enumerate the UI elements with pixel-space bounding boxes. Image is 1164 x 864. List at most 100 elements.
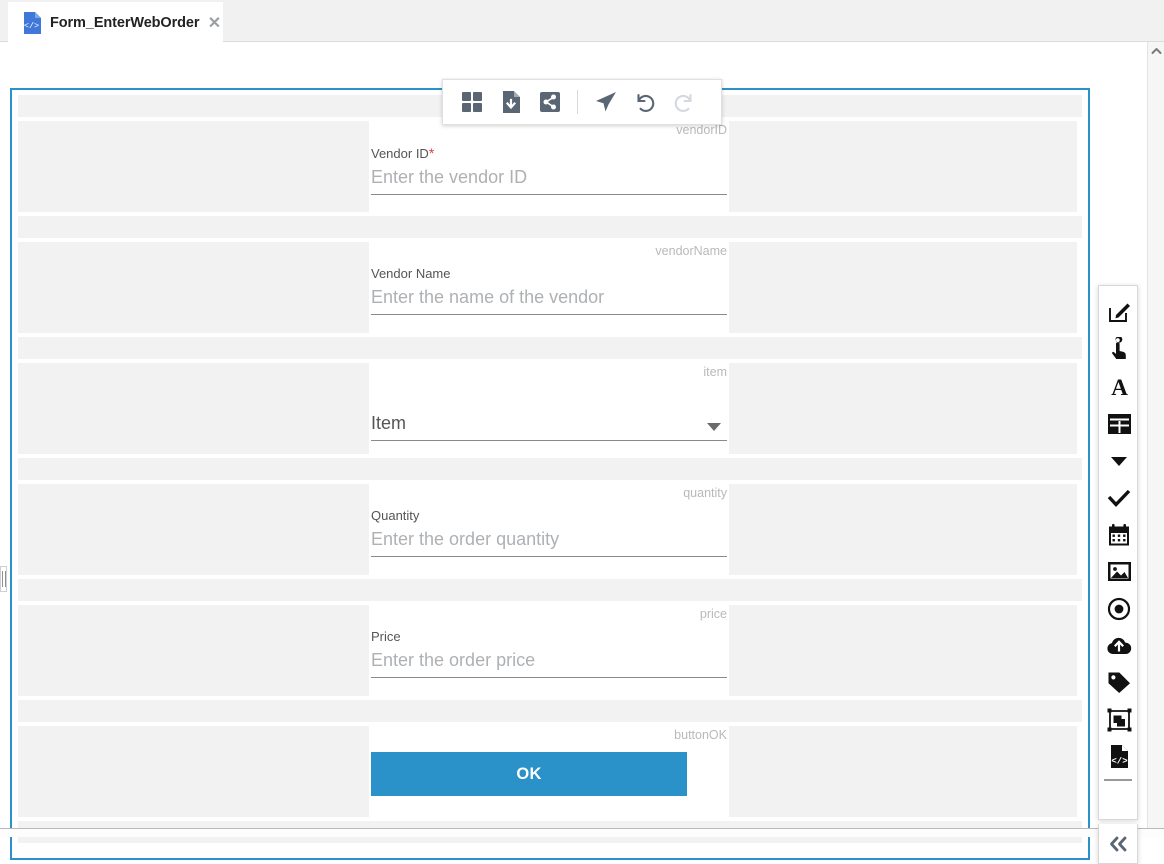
input-placeholder: Enter the vendor ID bbox=[371, 165, 727, 189]
grid-cell-empty-left[interactable] bbox=[18, 484, 369, 575]
grid-cell-empty-right[interactable] bbox=[729, 484, 1077, 575]
form-row-vendor-id[interactable]: vendorID Vendor ID* Enter the vendor ID bbox=[18, 121, 1082, 212]
grip-line bbox=[5, 571, 6, 587]
group-container-icon bbox=[1107, 708, 1132, 732]
field-name-tag: vendorID bbox=[676, 123, 727, 137]
field-name-tag: item bbox=[703, 365, 727, 379]
vertical-scrollbar[interactable] bbox=[1147, 42, 1164, 837]
code-file-icon: </> bbox=[1109, 744, 1130, 769]
field-name-tag: quantity bbox=[683, 486, 727, 500]
palette-item-dropdown[interactable] bbox=[1099, 442, 1139, 479]
field-cell-quantity[interactable]: quantity Quantity Enter the order quanti… bbox=[369, 484, 729, 575]
text-input-price[interactable]: Enter the order price bbox=[371, 648, 727, 678]
scroll-up-arrow[interactable] bbox=[1148, 42, 1164, 59]
layout-grid-button[interactable] bbox=[457, 85, 488, 119]
select-item[interactable]: Item bbox=[371, 411, 727, 441]
grid-cell-empty-right[interactable] bbox=[729, 605, 1077, 696]
redo-icon bbox=[672, 90, 696, 114]
chevron-down-icon[interactable] bbox=[707, 423, 721, 431]
form-row-quantity[interactable]: quantity Quantity Enter the order quanti… bbox=[18, 484, 1082, 575]
table-icon bbox=[1107, 413, 1132, 435]
radio-button-icon bbox=[1107, 597, 1131, 621]
dropdown-icon bbox=[1108, 453, 1130, 469]
palette-item-radio[interactable] bbox=[1099, 590, 1139, 627]
image-icon bbox=[1107, 561, 1132, 582]
form-row-price[interactable]: price Price Enter the order price bbox=[18, 605, 1082, 696]
share-button[interactable] bbox=[535, 85, 566, 119]
svg-text:A: A bbox=[1111, 375, 1128, 399]
palette-collapse-button[interactable] bbox=[1098, 824, 1138, 864]
grid-spacer-row bbox=[18, 458, 1082, 480]
grid-cell-empty-left[interactable] bbox=[18, 242, 369, 333]
select-value: Item bbox=[371, 411, 727, 435]
grid-cell-empty-left[interactable] bbox=[18, 726, 369, 817]
widget-palette: A bbox=[1098, 285, 1138, 820]
grid-spacer-row bbox=[18, 579, 1082, 601]
text-input-vendor-id[interactable]: Enter the vendor ID bbox=[371, 165, 727, 195]
cloud-upload-icon bbox=[1106, 635, 1132, 656]
undo-button[interactable] bbox=[629, 85, 660, 119]
tab-form-enter-web-order[interactable]: </> Form_EnterWebOrder ✕ bbox=[8, 2, 223, 43]
palette-item-table[interactable] bbox=[1099, 405, 1139, 442]
form-root-container[interactable]: vendorID Vendor ID* Enter the vendor ID … bbox=[10, 88, 1090, 860]
palette-item-text[interactable]: A bbox=[1099, 368, 1139, 405]
field-cell-vendor-id[interactable]: vendorID Vendor ID* Enter the vendor ID bbox=[369, 121, 729, 212]
form-row-item[interactable]: item Item bbox=[18, 363, 1082, 454]
palette-divider bbox=[1104, 779, 1132, 781]
grid-cell-empty-right[interactable] bbox=[729, 121, 1077, 212]
paper-plane-icon bbox=[594, 90, 618, 114]
redo-button bbox=[668, 85, 699, 119]
form-row-ok-button[interactable]: buttonOK OK bbox=[18, 726, 1082, 817]
close-icon[interactable]: ✕ bbox=[203, 12, 225, 34]
grid-cell-empty-right[interactable] bbox=[729, 726, 1077, 817]
svg-text:</>: </> bbox=[1111, 757, 1127, 767]
text-input-quantity[interactable]: Enter the order quantity bbox=[371, 527, 727, 557]
text-icon: A bbox=[1107, 374, 1132, 399]
field-label: Price bbox=[371, 629, 727, 645]
grid-icon bbox=[461, 91, 483, 113]
save-button[interactable] bbox=[496, 85, 527, 119]
palette-item-date[interactable] bbox=[1099, 516, 1139, 553]
field-label: Vendor Name bbox=[371, 266, 727, 282]
panel-resize-handle[interactable] bbox=[0, 566, 7, 592]
grid-cell-empty-right[interactable] bbox=[729, 242, 1077, 333]
field-name-tag: price bbox=[700, 607, 727, 621]
palette-item-edit[interactable] bbox=[1099, 294, 1139, 331]
field-label: Quantity bbox=[371, 508, 727, 524]
toolbar-separator bbox=[577, 90, 578, 114]
field-cell-item[interactable]: item Item bbox=[369, 363, 729, 454]
form-editor-canvas: vendorID Vendor ID* Enter the vendor ID … bbox=[0, 42, 1164, 837]
palette-item-upload[interactable] bbox=[1099, 627, 1139, 664]
ok-button[interactable]: OK bbox=[371, 752, 687, 796]
field-cell-vendor-name[interactable]: vendorName Vendor Name Enter the name of… bbox=[369, 242, 729, 333]
field-cell-price[interactable]: price Price Enter the order price bbox=[369, 605, 729, 696]
input-placeholder: Enter the order quantity bbox=[371, 527, 727, 551]
svg-text:</>: </> bbox=[24, 21, 39, 31]
grid-cell-empty-left[interactable] bbox=[18, 605, 369, 696]
field-name-tag: buttonOK bbox=[674, 728, 727, 742]
required-marker: * bbox=[429, 145, 434, 161]
grid-spacer-row bbox=[18, 700, 1082, 722]
run-button[interactable] bbox=[590, 85, 621, 119]
palette-item-container[interactable] bbox=[1099, 701, 1139, 738]
grid-cell-empty-right[interactable] bbox=[729, 363, 1077, 454]
grid-cell-empty-left[interactable] bbox=[18, 363, 369, 454]
grid-cell-empty-left[interactable] bbox=[18, 121, 369, 212]
input-placeholder: Enter the order price bbox=[371, 648, 727, 672]
tag-icon bbox=[1107, 671, 1131, 694]
grid-spacer-row bbox=[18, 337, 1082, 359]
undo-icon bbox=[633, 90, 657, 114]
palette-item-image[interactable] bbox=[1099, 553, 1139, 590]
palette-item-checkbox[interactable] bbox=[1099, 479, 1139, 516]
file-download-icon bbox=[501, 90, 521, 114]
palette-item-tag[interactable] bbox=[1099, 664, 1139, 701]
palette-item-button[interactable] bbox=[1099, 331, 1139, 368]
edit-field-icon bbox=[1107, 300, 1132, 325]
share-icon bbox=[539, 91, 561, 113]
calendar-icon bbox=[1107, 523, 1131, 547]
form-row-vendor-name[interactable]: vendorName Vendor Name Enter the name of… bbox=[18, 242, 1082, 333]
palette-item-code[interactable]: </> bbox=[1099, 738, 1139, 775]
field-cell-ok-button[interactable]: buttonOK OK bbox=[369, 726, 729, 817]
text-input-vendor-name[interactable]: Enter the name of the vendor bbox=[371, 285, 727, 315]
status-bar bbox=[0, 828, 1164, 837]
